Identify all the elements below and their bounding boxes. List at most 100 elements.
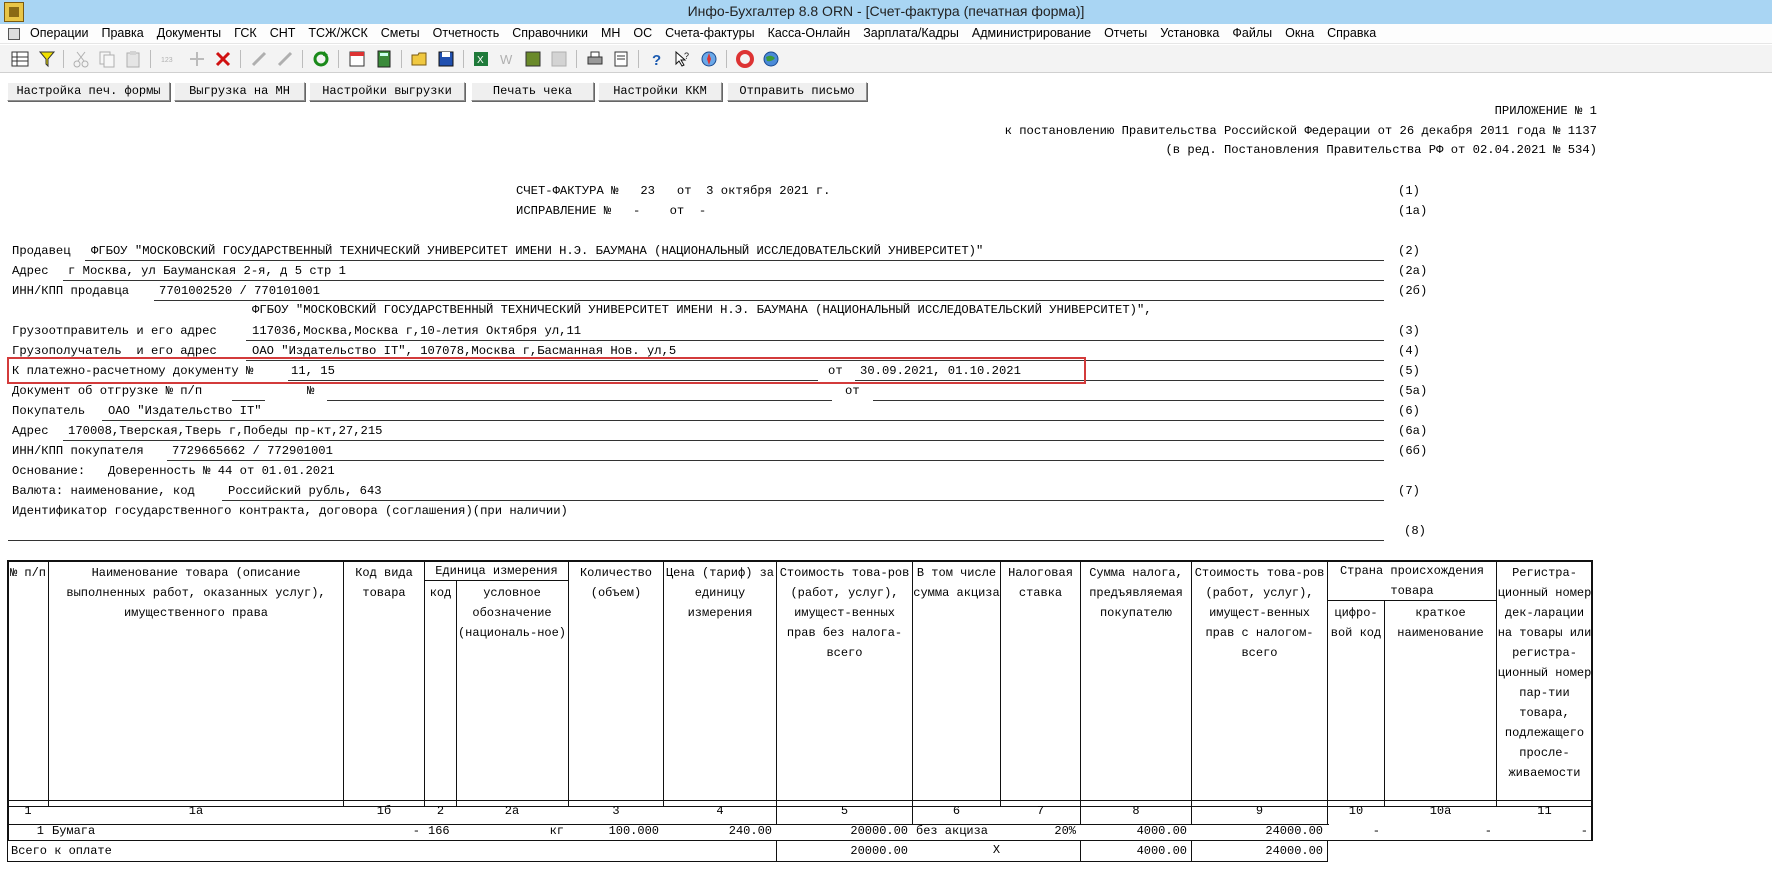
excel-icon[interactable]: X (472, 50, 490, 68)
address-label: Адрес (12, 264, 49, 278)
print-icon[interactable] (586, 50, 604, 68)
save-icon[interactable] (437, 50, 455, 68)
cut-icon (73, 51, 89, 68)
print-form-settings-button[interactable]: Настройка печ. формы (7, 82, 170, 101)
code-7: (7) (1398, 484, 1420, 498)
address-value: г Москва, ул Бауманская 2-я, д 5 стр 1 (68, 264, 346, 278)
header-registration: Регистра-ционный номер дек-ларации на то… (1497, 566, 1599, 780)
row-tax: 4000.00 (1136, 824, 1187, 838)
code-1a: (1а) (1398, 204, 1428, 218)
highlight-box (7, 357, 1086, 384)
code-6: (6) (1398, 404, 1420, 418)
delete-icon[interactable] (214, 50, 232, 68)
print-receipt-button[interactable]: Печать чека (471, 82, 594, 101)
shipdoc-from-label: от (845, 384, 860, 398)
send-letter-button[interactable]: Отправить письмо (727, 82, 867, 101)
menu-setup[interactable]: Установка (1160, 26, 1219, 40)
menu-reporting[interactable]: Отчетность (433, 26, 500, 40)
row-kind: - (412, 824, 420, 838)
header-no: № п/п (9, 566, 46, 580)
menu-estimates[interactable]: Сметы (381, 26, 420, 40)
help-icon[interactable]: ? (648, 50, 666, 68)
total-label: Всего к оплате (11, 844, 112, 858)
folder-open-icon[interactable] (411, 50, 429, 68)
total-x: X (992, 843, 1001, 857)
colnum-7: 7 (1036, 804, 1045, 818)
seller-label: Продавец (12, 244, 71, 258)
svg-text:?: ? (652, 52, 661, 68)
row-unit-name: кг (549, 824, 564, 838)
code-6a: (6а) (1398, 424, 1428, 438)
copy-icon (99, 51, 115, 68)
shipdoc-label: Документ об отгрузке № п/п (12, 384, 203, 398)
header-total: Стоимость това-ров (работ, услуг), имуще… (1194, 566, 1325, 660)
menu-admin[interactable]: Администрирование (972, 26, 1091, 40)
lifebuoy-icon[interactable] (736, 50, 754, 68)
row-no: 1 (36, 824, 44, 838)
menu-mn[interactable]: МН (601, 26, 620, 40)
total-cost: 20000.00 (850, 844, 908, 858)
code-2a: (2а) (1398, 264, 1428, 278)
menu-tszh[interactable]: ТСЖ/ЖСК (308, 26, 367, 40)
menu-operations[interactable]: Операции (30, 26, 88, 40)
header-rate: Налоговая ставка (1008, 566, 1081, 600)
export-settings-button[interactable]: Настройки выгрузки (309, 82, 465, 101)
calculator-icon[interactable] (375, 50, 393, 68)
header-unit-code: код (429, 586, 452, 600)
header-tax: Сумма налога, предъявляемая покупателю (1089, 566, 1191, 620)
title-bar: Инфо-Бухгалтер 8.8 ORN - [Счет-фактура (… (0, 0, 1772, 24)
code-4: (4) (1398, 344, 1420, 358)
code-2b: (2б) (1398, 284, 1428, 298)
menu-snt[interactable]: СНТ (270, 26, 296, 40)
shipper-label: Грузоотправитель и его адрес (12, 324, 217, 338)
menu-help[interactable]: Справка (1327, 26, 1376, 40)
menu-bar: Операции Правка Документы ГСК СНТ ТСЖ/ЖС… (0, 24, 1772, 44)
refresh-icon[interactable] (312, 50, 330, 68)
menu-references[interactable]: Справочники (512, 26, 588, 40)
currency-value: Российский рубль, 643 (228, 484, 382, 498)
colnum-4: 4 (716, 804, 724, 818)
colnum-10: 10 (1348, 804, 1364, 818)
colnum-3: 3 (612, 804, 620, 818)
export-icon[interactable] (524, 50, 542, 68)
header-kind: Код вида товара (355, 566, 420, 600)
menu-reports[interactable]: Отчеты (1104, 26, 1147, 40)
row-price: 240.00 (728, 824, 772, 838)
colnum-5: 5 (840, 804, 849, 818)
inn-buyer-value: 7729665662 / 772901001 (172, 444, 333, 458)
inn-buyer-label: ИНН/КПП покупателя (12, 444, 144, 458)
shipper-name: ФГБОУ "МОСКОВСКИЙ ГОСУДАРСТВЕННЫЙ ТЕХНИЧ… (252, 303, 1152, 317)
code-5: (5) (1398, 364, 1420, 378)
code-5a: (5а) (1398, 384, 1428, 398)
menu-salary[interactable]: Зарплата/Кадры (863, 26, 959, 40)
menu-invoices[interactable]: Счета-фактуры (665, 26, 754, 40)
filter-icon[interactable] (38, 50, 56, 68)
menu-edit[interactable]: Правка (101, 26, 143, 40)
menu-cash-online[interactable]: Касса-Онлайн (768, 26, 851, 40)
globe-icon[interactable] (762, 50, 780, 68)
menu-gsk[interactable]: ГСК (234, 26, 257, 40)
row-excise: без акциза (916, 824, 989, 838)
table-icon[interactable] (11, 50, 29, 68)
kkm-settings-button[interactable]: Настройки ККМ (598, 82, 722, 101)
row-country-name: - (1484, 824, 1492, 838)
add-icon (190, 52, 204, 66)
compass-icon[interactable] (700, 50, 718, 68)
code-1: (1) (1398, 184, 1420, 198)
menu-os[interactable]: ОС (633, 26, 652, 40)
menu-documents[interactable]: Документы (157, 26, 221, 40)
window-menu-icon[interactable] (8, 28, 20, 40)
total-sum: 24000.00 (1265, 844, 1323, 858)
menu-windows[interactable]: Окна (1285, 26, 1314, 40)
shipper-value: 117036,Москва,Москва г,10-летия Октября … (252, 324, 582, 338)
export-mn-button[interactable]: Выгрузка на МН (174, 82, 305, 101)
calendar-icon[interactable] (348, 50, 366, 68)
menu-files[interactable]: Файлы (1232, 26, 1272, 40)
print-preview-icon[interactable] (612, 50, 630, 68)
word-icon: W (500, 52, 513, 67)
row-name: Бумага (52, 824, 96, 838)
context-help-icon[interactable]: ? (674, 50, 692, 68)
code-3: (3) (1398, 324, 1420, 338)
row-registration: - (1580, 824, 1588, 838)
row-rate: 20% (1054, 824, 1076, 838)
